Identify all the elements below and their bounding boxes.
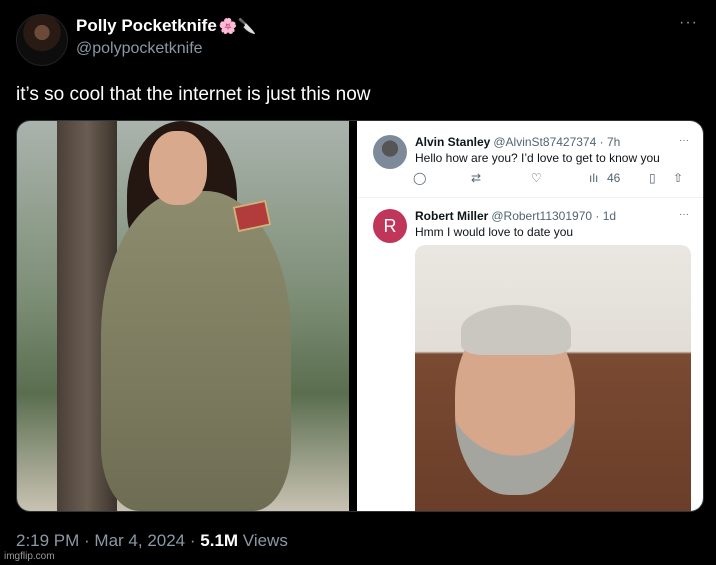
tweet-text: it’s so cool that the internet is just t… [16, 84, 371, 105]
views-label: Views [242, 531, 288, 550]
tweet-metadata: 2:19 PM · Mar 4, 2024 · 5.1M Views [16, 531, 288, 550]
author-avatar[interactable] [16, 14, 68, 66]
author-name[interactable]: Polly Pocketknife 🌸🔪 [76, 16, 256, 36]
watermark: imgflip.com [4, 551, 55, 562]
replies-screenshot: Alvin Stanley @AlvinSt87427374 · 7h ··· H… [357, 121, 703, 511]
more-icon[interactable]: ··· [679, 14, 698, 32]
author-name-text: Polly Pocketknife [76, 16, 217, 35]
tweet-date[interactable]: Mar 4, 2024 [94, 531, 185, 550]
reply-text: Hello how are you? I’d love to get to kn… [415, 151, 660, 165]
reply-author: Alvin Stanley @AlvinSt87427374 · 7h [415, 135, 620, 149]
reply-avatar-letter: R [373, 209, 407, 243]
tweet-media[interactable]: Alvin Stanley @AlvinSt87427374 · 7h ··· H… [16, 120, 704, 512]
reply-text: Hmm I would love to date you [415, 225, 574, 239]
views-icon: ılı [589, 171, 599, 185]
reply-handle: @AlvinSt87427374 · 7h [493, 135, 621, 149]
bookmark-icon: ▯ [649, 171, 656, 185]
woman-figure [87, 121, 307, 511]
share-icon: ⇧ [673, 171, 684, 185]
reply-name: Robert Miller [415, 209, 489, 223]
reply-author: Robert Miller @Robert11301970 · 1d [415, 209, 616, 223]
views-count: 46 [607, 171, 621, 185]
reply-actions: ◯ ⇄ ♡ ılı 46 ▯ ⇧ [413, 171, 691, 187]
reply-separator [357, 197, 703, 198]
tweet-time[interactable]: 2:19 PM [16, 531, 79, 550]
left-image [17, 121, 349, 511]
reply-avatar [373, 135, 407, 169]
reply-name: Alvin Stanley [415, 135, 491, 149]
media-divider [349, 121, 357, 511]
flag-patch-icon [232, 199, 272, 233]
reply-icon: ◯ [413, 171, 427, 185]
reply-handle: @Robert11301970 · 1d [491, 209, 617, 223]
author-emojis: 🌸🔪 [218, 18, 257, 35]
man-photo [415, 245, 691, 511]
like-icon: ♡ [531, 171, 542, 185]
author-handle[interactable]: @polypocketknife [76, 40, 203, 58]
views-count: 5.1M [200, 531, 239, 550]
retweet-icon: ⇄ [471, 171, 482, 185]
reply-more-icon: ··· [679, 135, 689, 146]
reply-more-icon: ··· [679, 209, 689, 220]
